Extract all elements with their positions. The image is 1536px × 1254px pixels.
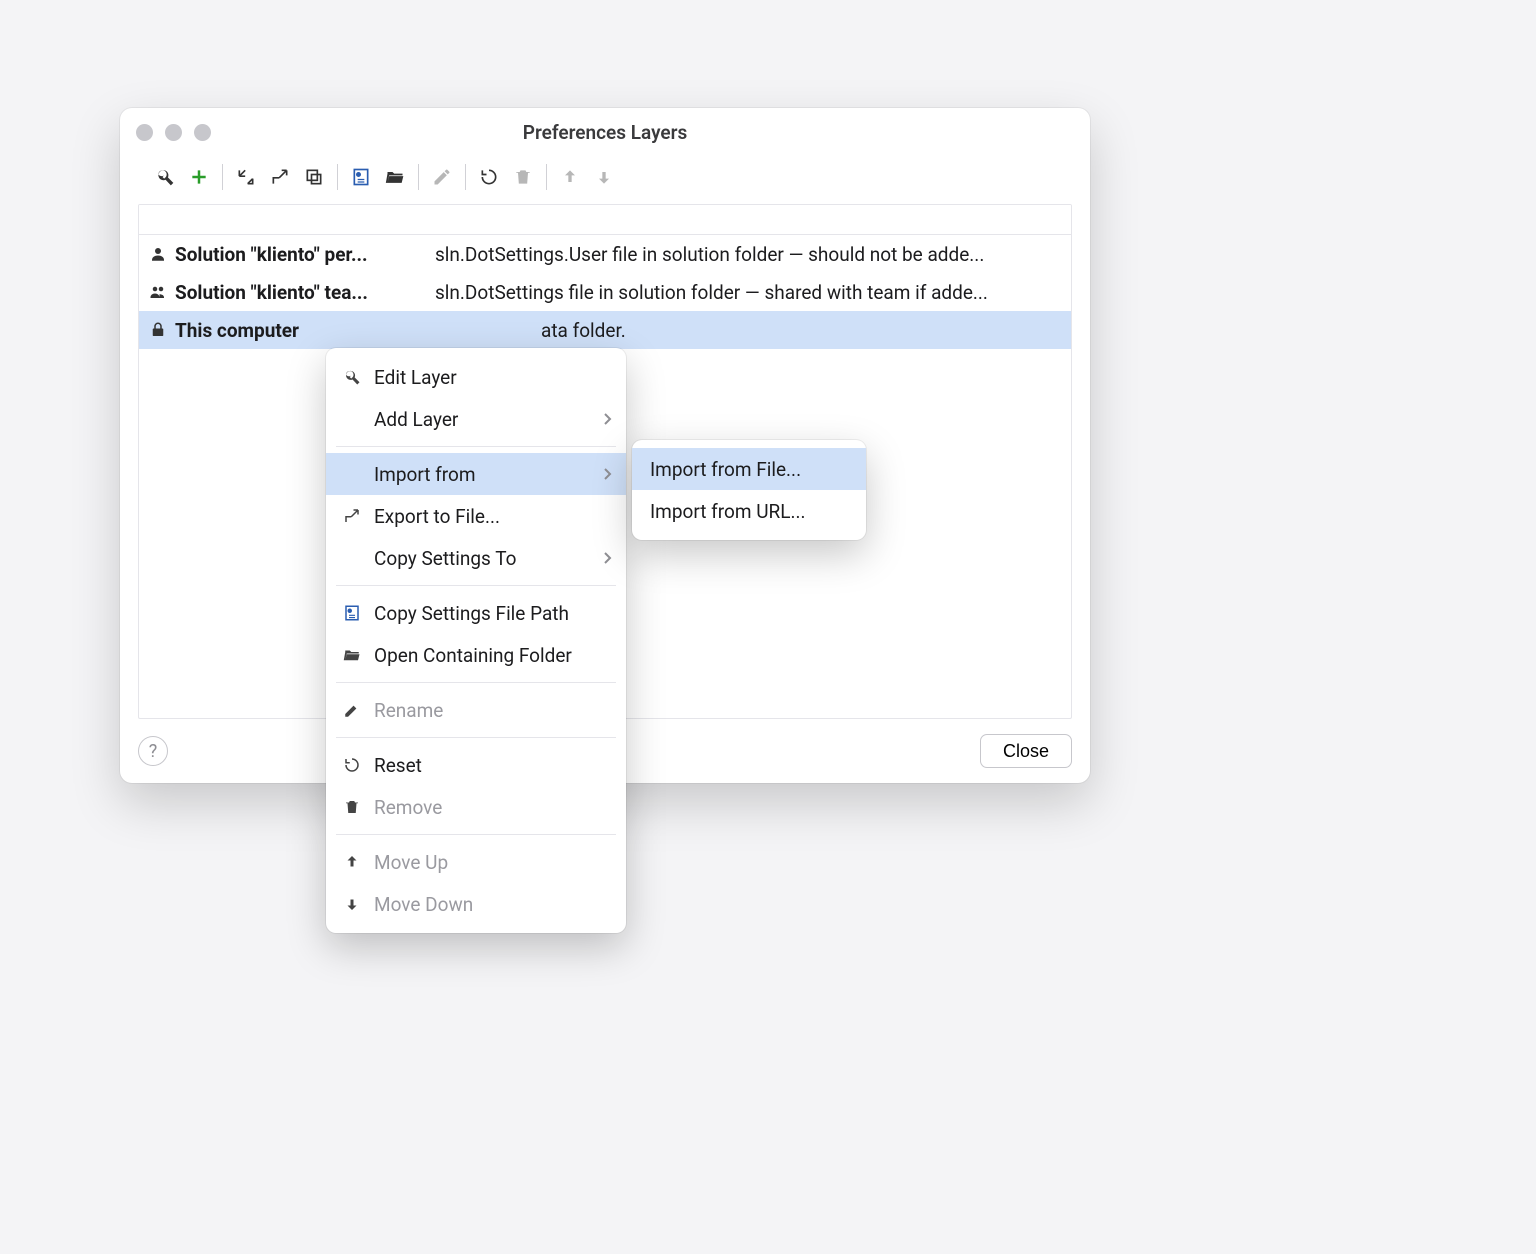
menu-label: Import from File... bbox=[650, 458, 801, 481]
menu-open-containing-folder[interactable]: Open Containing Folder bbox=[326, 634, 626, 676]
close-window-icon[interactable] bbox=[136, 124, 153, 141]
pencil-icon bbox=[425, 160, 459, 194]
context-menu: Edit Layer Add Layer Import from Export … bbox=[326, 348, 626, 933]
menu-add-layer[interactable]: Add Layer bbox=[326, 398, 626, 440]
titlebar: Preferences Layers bbox=[120, 108, 1090, 156]
separator bbox=[336, 446, 616, 447]
separator bbox=[465, 164, 466, 190]
menu-reset[interactable]: Reset bbox=[326, 744, 626, 786]
separator bbox=[337, 164, 338, 190]
menu-label: Move Down bbox=[374, 893, 473, 916]
menu-move-down: Move Down bbox=[326, 883, 626, 925]
folder-open-icon[interactable] bbox=[378, 160, 412, 194]
layer-desc: sln.DotSettings file in solution folder … bbox=[435, 281, 988, 304]
menu-copy-settings-file-path[interactable]: Copy Settings File Path bbox=[326, 592, 626, 634]
separator bbox=[222, 164, 223, 190]
separator bbox=[336, 737, 616, 738]
layer-name: Solution "kliento" tea... bbox=[175, 281, 425, 304]
menu-edit-layer[interactable]: Edit Layer bbox=[326, 356, 626, 398]
separator bbox=[336, 834, 616, 835]
people-icon bbox=[147, 283, 169, 301]
menu-import-from-url[interactable]: Import from URL... bbox=[632, 490, 866, 532]
reset-icon[interactable] bbox=[472, 160, 506, 194]
wrench-icon[interactable] bbox=[148, 160, 182, 194]
menu-label: Rename bbox=[374, 699, 443, 722]
menu-label: Add Layer bbox=[374, 408, 458, 431]
plus-icon[interactable] bbox=[182, 160, 216, 194]
close-button[interactable]: Close bbox=[980, 734, 1072, 768]
window-controls bbox=[136, 124, 211, 141]
table-row[interactable]: This computer ata folder. bbox=[139, 311, 1071, 349]
menu-move-up: Move Up bbox=[326, 841, 626, 883]
menu-rename: Rename bbox=[326, 689, 626, 731]
arrow-down-icon bbox=[342, 895, 362, 913]
table-row[interactable]: Solution "kliento" per... sln.DotSetting… bbox=[139, 235, 1071, 273]
window-title: Preferences Layers bbox=[120, 121, 1090, 144]
trash-icon bbox=[342, 798, 362, 816]
layer-desc: ata folder. bbox=[541, 319, 626, 342]
menu-export-to-file[interactable]: Export to File... bbox=[326, 495, 626, 537]
menu-label: Remove bbox=[374, 796, 442, 819]
menu-remove: Remove bbox=[326, 786, 626, 828]
layer-name: This computer bbox=[175, 319, 345, 342]
menu-import-from[interactable]: Import from bbox=[326, 453, 626, 495]
person-icon bbox=[147, 245, 169, 263]
layer-name: Solution "kliento" per... bbox=[175, 243, 425, 266]
help-icon[interactable]: ? bbox=[138, 736, 168, 766]
chevron-right-icon bbox=[602, 551, 612, 565]
menu-label: Copy Settings File Path bbox=[374, 602, 569, 625]
menu-label: Edit Layer bbox=[374, 366, 457, 389]
chevron-right-icon bbox=[602, 412, 612, 426]
copy-path-icon[interactable] bbox=[344, 160, 378, 194]
arrow-up-icon bbox=[342, 853, 362, 871]
lock-icon bbox=[147, 321, 169, 339]
separator bbox=[418, 164, 419, 190]
menu-label: Reset bbox=[374, 754, 422, 777]
menu-label: Export to File... bbox=[374, 505, 500, 528]
chevron-right-icon bbox=[602, 467, 612, 481]
menu-label: Open Containing Folder bbox=[374, 644, 572, 667]
export-icon bbox=[342, 507, 362, 525]
folder-open-icon bbox=[342, 646, 362, 664]
separator bbox=[336, 585, 616, 586]
reset-icon bbox=[342, 756, 362, 774]
submenu-import: Import from File... Import from URL... bbox=[632, 440, 866, 540]
export-icon[interactable] bbox=[263, 160, 297, 194]
toolbar bbox=[120, 156, 1090, 198]
copy-path-icon bbox=[342, 604, 362, 622]
table-row[interactable]: Solution "kliento" tea... sln.DotSetting… bbox=[139, 273, 1071, 311]
menu-label: Import from URL... bbox=[650, 500, 806, 523]
menu-label: Copy Settings To bbox=[374, 547, 516, 570]
layer-desc: sln.DotSettings.User file in solution fo… bbox=[435, 243, 984, 266]
wrench-icon bbox=[342, 368, 362, 386]
menu-label: Move Up bbox=[374, 851, 448, 874]
separator bbox=[546, 164, 547, 190]
arrow-down-icon bbox=[587, 160, 621, 194]
arrow-up-icon bbox=[553, 160, 587, 194]
menu-import-from-file[interactable]: Import from File... bbox=[632, 448, 866, 490]
pencil-icon bbox=[342, 701, 362, 719]
trash-icon bbox=[506, 160, 540, 194]
separator bbox=[336, 682, 616, 683]
list-header bbox=[139, 205, 1071, 235]
import-icon[interactable] bbox=[229, 160, 263, 194]
zoom-window-icon[interactable] bbox=[194, 124, 211, 141]
menu-label: Import from bbox=[374, 463, 476, 486]
copy-settings-icon[interactable] bbox=[297, 160, 331, 194]
menu-copy-settings-to[interactable]: Copy Settings To bbox=[326, 537, 626, 579]
minimize-window-icon[interactable] bbox=[165, 124, 182, 141]
